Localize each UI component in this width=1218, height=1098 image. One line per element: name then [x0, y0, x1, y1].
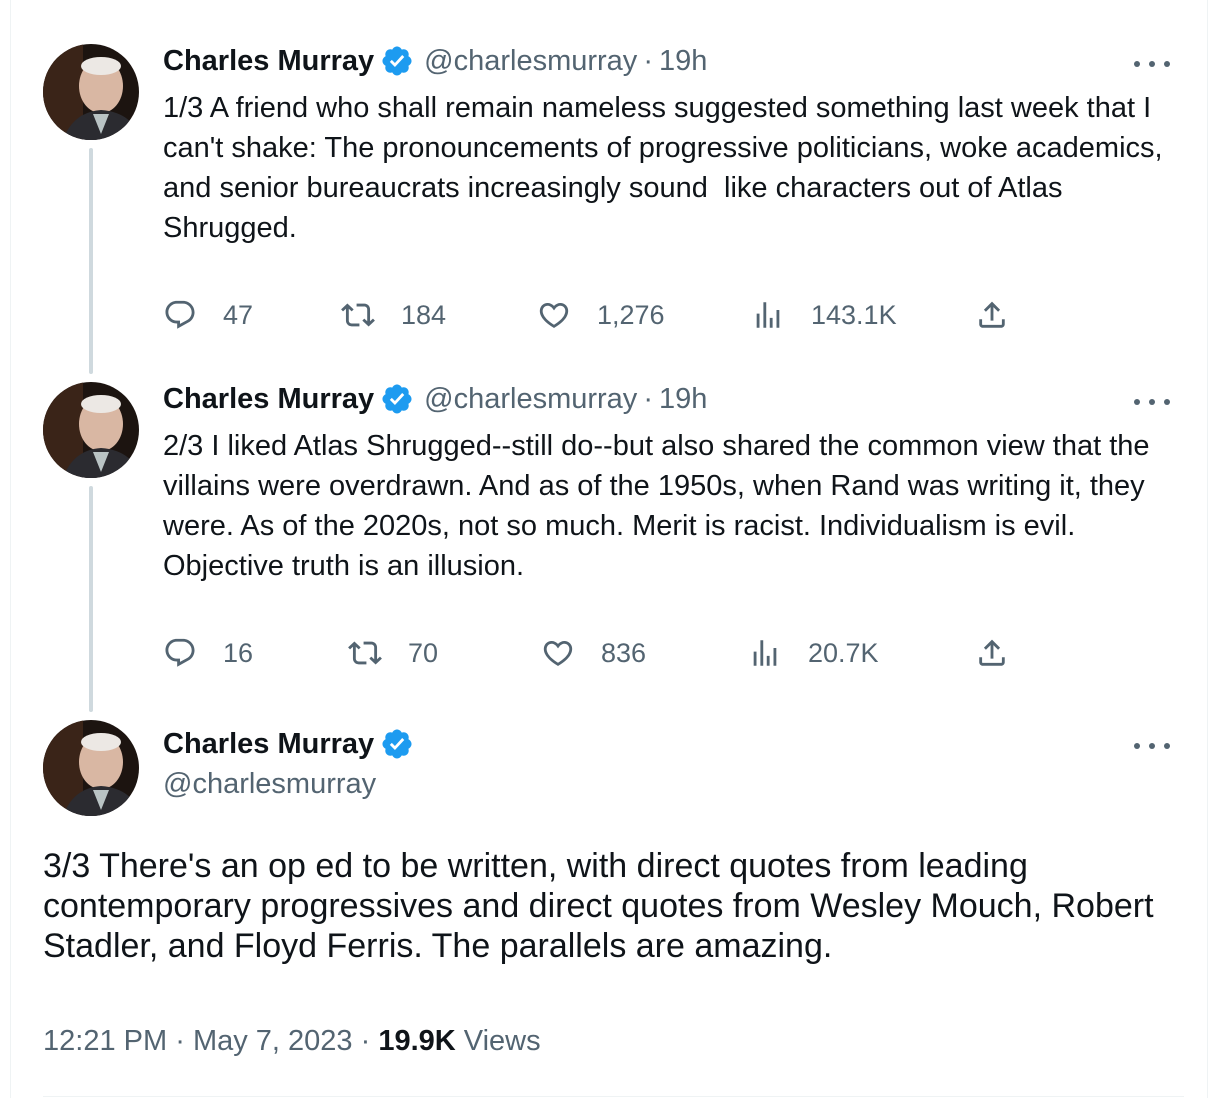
reply-count: 16 [223, 637, 254, 668]
separator: · [360, 1025, 371, 1057]
thread-connector [89, 486, 93, 712]
retweet-button[interactable]: 184 [341, 298, 446, 332]
like-button[interactable]: 1,276 [537, 298, 665, 332]
tweet-header: Charles Murray @charlesmurray · 19h [163, 382, 707, 416]
author-name[interactable]: Charles Murray [163, 383, 374, 416]
like-button[interactable]: 836 [541, 636, 646, 670]
share-icon [979, 639, 1005, 666]
reply-icon [165, 638, 195, 667]
retweet-icon [341, 303, 375, 327]
tweet-actions: 47 184 1,276 143.1K [163, 298, 1023, 338]
more-icon[interactable] [1134, 392, 1170, 412]
tweet-time[interactable]: 19h [659, 383, 707, 416]
views-count: 19.9K [378, 1025, 456, 1057]
views-label: Views [463, 1025, 541, 1057]
reply-button[interactable]: 16 [163, 636, 253, 670]
views-button[interactable]: 20.7K [748, 636, 879, 670]
main-tweet-text: 3/3 There's an op ed to be written, with… [43, 847, 1163, 965]
views-button[interactable]: 143.1K [751, 298, 897, 332]
thread-connector [89, 148, 93, 374]
tweet-text: 2/3 I liked Atlas Shrugged--still do--bu… [163, 430, 1158, 582]
separator: · [643, 382, 653, 415]
separator: · [643, 44, 653, 77]
verified-badge-icon [380, 382, 414, 416]
tweet-actions: 16 70 836 20.7K [163, 636, 1023, 676]
tweet-time[interactable]: 12:21 PM [43, 1025, 167, 1057]
retweet-count: 184 [401, 299, 447, 330]
tweet-header: Charles Murray @charlesmurray · 19h [163, 44, 707, 78]
heart-icon [539, 302, 569, 328]
separator: · [175, 1025, 185, 1057]
author-handle[interactable]: @charlesmurray [424, 383, 637, 416]
like-count: 1,276 [597, 299, 665, 330]
tweet-date[interactable]: May 7, 2023 [193, 1025, 353, 1057]
main-author: Charles Murray [163, 727, 424, 761]
share-icon [979, 301, 1005, 328]
heart-icon [543, 640, 573, 666]
reply-count: 47 [223, 299, 254, 330]
verified-badge-icon [380, 44, 414, 78]
reply-button[interactable]: 47 [163, 298, 253, 332]
author-name[interactable]: Charles Murray [163, 45, 374, 78]
avatar[interactable] [43, 382, 139, 478]
retweet-icon [348, 641, 382, 665]
like-count: 836 [601, 637, 647, 668]
tweet-time[interactable]: 19h [659, 45, 707, 78]
avatar[interactable] [43, 720, 139, 816]
views-count: 143.1K [811, 299, 897, 330]
reply-icon [165, 300, 195, 329]
share-button[interactable] [975, 636, 1035, 670]
author-handle[interactable]: @charlesmurray [424, 45, 637, 78]
more-icon[interactable] [1134, 736, 1170, 756]
views-count: 20.7K [808, 637, 879, 668]
share-button[interactable] [975, 298, 1035, 332]
retweet-count: 70 [408, 637, 439, 668]
views-icon [756, 302, 780, 328]
tweet-meta: 12:21 PM · May 7, 2023 · 19.9K Views [43, 1025, 541, 1058]
tweet-text: 1/3 A friend who shall remain nameless s… [163, 92, 1171, 244]
avatar[interactable] [43, 44, 139, 140]
author-handle[interactable]: @charlesmurray [163, 768, 376, 801]
divider [43, 1096, 1184, 1097]
author-name[interactable]: Charles Murray [163, 728, 374, 761]
views-icon [753, 640, 777, 666]
verified-badge-icon [380, 727, 414, 761]
retweet-button[interactable]: 70 [348, 636, 438, 670]
more-icon[interactable] [1134, 54, 1170, 74]
